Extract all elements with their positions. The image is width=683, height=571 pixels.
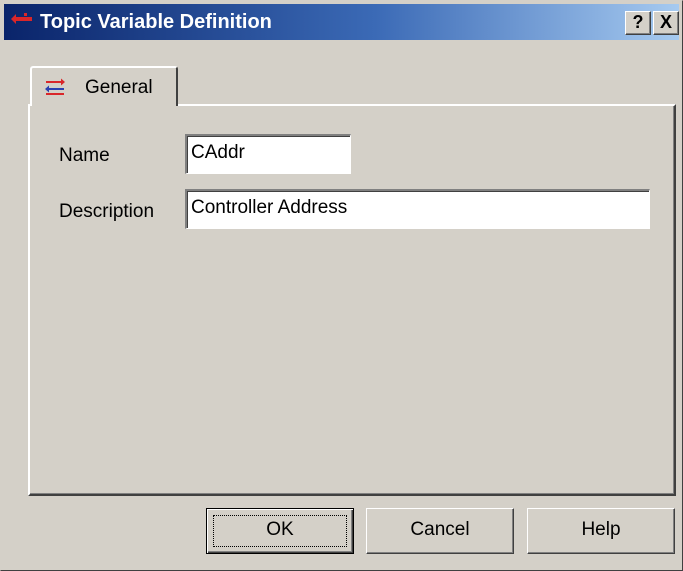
app-icon xyxy=(10,10,34,30)
close-button[interactable]: X xyxy=(653,11,679,35)
window-title: Topic Variable Definition xyxy=(40,11,272,33)
dialog-window: Topic Variable Definition ? X General Na… xyxy=(0,0,683,571)
name-label: Name xyxy=(59,145,110,166)
help-caption-button[interactable]: ? xyxy=(625,11,651,35)
tab-panel-general xyxy=(28,104,676,496)
name-field[interactable]: CAddr xyxy=(185,134,351,174)
ok-button-label: OK xyxy=(266,519,294,540)
description-label: Description xyxy=(59,201,155,222)
ok-button[interactable]: OK xyxy=(206,508,354,554)
transfer-arrows-icon xyxy=(44,78,66,96)
help-button[interactable]: Help xyxy=(527,508,675,554)
cancel-button[interactable]: Cancel xyxy=(366,508,514,554)
tab-general-label: General xyxy=(85,77,153,98)
description-field[interactable]: Controller Address xyxy=(185,189,650,229)
tab-general[interactable]: General xyxy=(30,66,178,106)
title-bar[interactable]: Topic Variable Definition ? X xyxy=(4,4,679,40)
